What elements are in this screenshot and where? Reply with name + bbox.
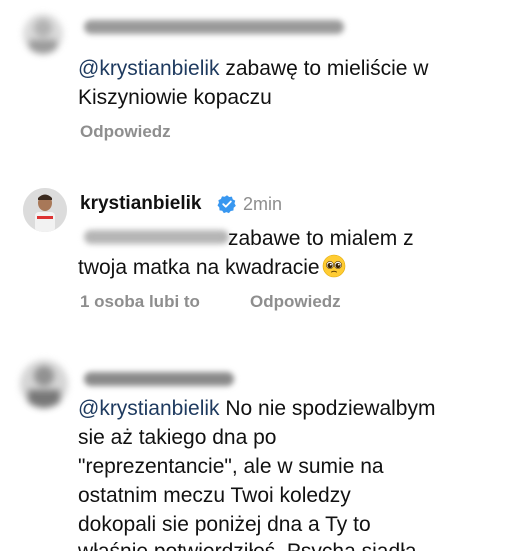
comment-username[interactable]: krystianbielik [80,193,201,215]
comment-text-line: twoja matka na kwadracie [78,254,346,282]
comment-text: dokopali sie poniżej dna a Ty to [78,513,371,536]
comment-timestamp: 2min [243,194,283,214]
blurred-username [84,20,344,34]
blurred-mention [84,230,229,244]
comment-text: Kiszyniowie kopaczu [78,86,272,109]
commenter-avatar[interactable] [23,14,63,54]
comment-text: właśnie potwierdziłeś. Psycha siadła [78,540,417,551]
comment-text-line: sie aż takiego dna po [78,424,276,452]
blurred-username [84,372,234,386]
likes-count-link[interactable]: 1 osoba lubi to [80,292,200,312]
comment-text-line: ostatnim meczu Twoi koledzy [78,482,351,510]
comment-text-line: @krystianbielik zabawę to mieliście w [78,55,428,83]
comment-text-line: Kiszyniowie kopaczu [78,84,272,112]
commenter-avatar[interactable] [20,360,68,408]
comment-text: zabawe to mialem z [228,227,414,250]
pleading-face-emoji-icon [322,254,345,278]
comment-text-line: @krystianbielik No nie spodziewalbym [78,395,435,423]
comment-text: twoja matka na kwadracie [78,256,320,279]
mention-link[interactable]: @krystianbielik [78,397,220,420]
comment-text: No nie spodziewalbym [219,397,436,420]
avatar-image [23,188,67,232]
comment-text-line: dokopali sie poniżej dna a Ty to [78,511,371,539]
mention-link[interactable]: @krystianbielik [78,57,220,80]
avatar-image [23,14,63,54]
comment-text: zabawę to mieliście w [219,57,429,80]
comment-text-line: właśnie potwierdziłeś. Psycha siadła [78,538,417,551]
comment-text-line: "reprezentancie", ale w sumie na [78,453,384,481]
comments-thread: @krystianbielik zabawę to mieliście w Ki… [0,0,516,551]
reply-button[interactable]: Odpowiedz [250,292,341,312]
krystianbielik-avatar[interactable] [23,188,67,232]
comment-text: ostatnim meczu Twoi koledzy [78,484,351,507]
verified-badge-icon [217,195,236,214]
reply-button[interactable]: Odpowiedz [80,122,171,142]
avatar-image [20,360,68,408]
comment-text: "reprezentancie", ale w sumie na [78,455,384,478]
comment-text: sie aż takiego dna po [78,426,277,449]
comment-text-line: zabawe to mialem z [228,225,414,253]
